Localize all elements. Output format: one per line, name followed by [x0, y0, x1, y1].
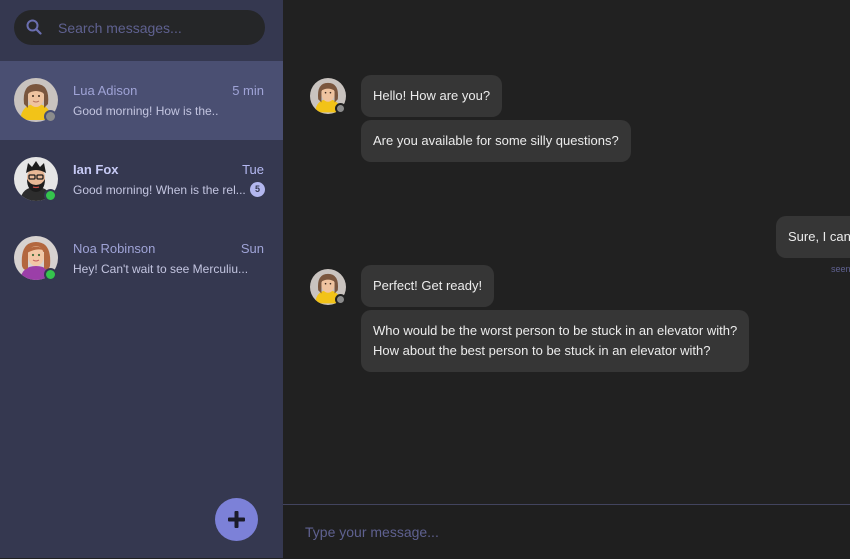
- message-bubble: Are you available for some silly questio…: [361, 120, 631, 162]
- offline-status-dot: [335, 294, 346, 305]
- online-status-dot: [44, 268, 57, 281]
- conversation-snippet: Good morning! How is the..: [73, 104, 219, 118]
- conversation-snippet: Hey! Can't wait to see Merculiu...: [73, 262, 249, 276]
- message-text: Perfect! Get ready!: [373, 278, 483, 293]
- search-icon: [26, 19, 42, 35]
- offline-status-dot: [44, 110, 57, 123]
- message-text-line: How about the best person to be stuck in…: [373, 343, 711, 358]
- message-bubble: Perfect! Get ready!: [361, 265, 495, 307]
- conversation-time: Tue: [242, 162, 264, 177]
- search-box[interactable]: [14, 10, 265, 45]
- chat-panel: Hello! How are you? Are you available fo…: [283, 0, 850, 559]
- offline-status-dot: [335, 103, 346, 114]
- message-text: Sure, I can: [788, 229, 850, 244]
- conversation-name: Noa Robinson: [73, 241, 156, 256]
- message-bubble: Hello! How are you?: [361, 75, 503, 117]
- plus-icon: [228, 511, 245, 528]
- message-input[interactable]: [305, 505, 835, 559]
- search-input[interactable]: [58, 10, 253, 45]
- unread-badge: 5: [250, 182, 265, 197]
- conversation-item-lua-adison[interactable]: Lua Adison Good morning! How is the.. 5 …: [0, 61, 283, 140]
- message-text: Hello! How are you?: [373, 88, 491, 103]
- conversation-time: 5 min: [232, 83, 264, 98]
- conversation-sidebar: Lua Adison Good morning! How is the.. 5 …: [0, 0, 283, 558]
- conversation-name: Ian Fox: [73, 162, 119, 177]
- message-text-line: Who would be the worst person to be stuc…: [373, 323, 738, 338]
- message-bubble: Who would be the worst person to be stuc…: [361, 310, 750, 372]
- outgoing-message-bubble: Sure, I can: [776, 216, 850, 258]
- conversation-name: Lua Adison: [73, 83, 138, 98]
- new-conversation-button[interactable]: [215, 498, 258, 541]
- online-status-dot: [44, 189, 57, 202]
- conversation-snippet: Good morning! When is the rel...: [73, 183, 246, 197]
- conversation-item-noa-robinson[interactable]: Noa Robinson Hey! Can't wait to see Merc…: [0, 219, 283, 298]
- seen-indicator: seen: [831, 264, 850, 274]
- message-text: Are you available for some silly questio…: [373, 133, 619, 148]
- message-composer[interactable]: [283, 504, 850, 559]
- conversation-item-ian-fox[interactable]: Ian Fox Good morning! When is the rel...…: [0, 140, 283, 219]
- conversation-time: Sun: [240, 241, 264, 256]
